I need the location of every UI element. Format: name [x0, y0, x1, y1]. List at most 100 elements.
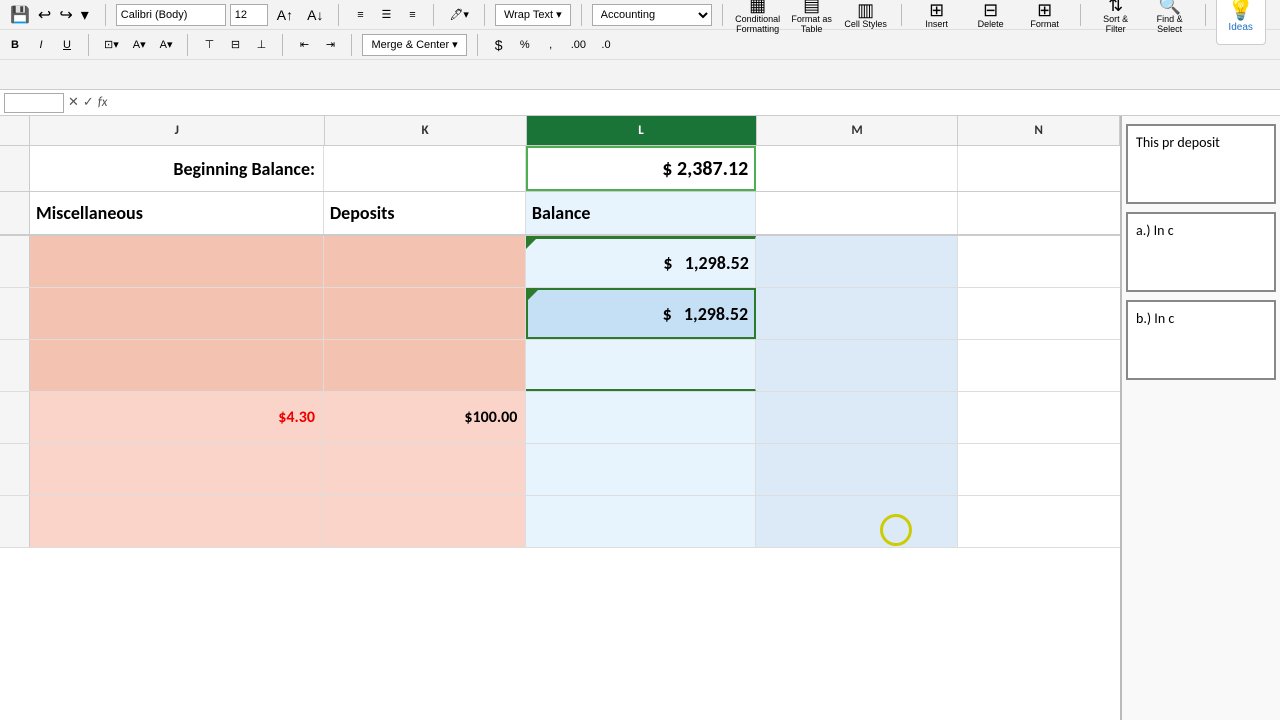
- cell-j-5[interactable]: [30, 444, 324, 495]
- balance-value-2: $ 1,298.52: [663, 303, 749, 325]
- indent-increase-button[interactable]: ⇥: [319, 34, 341, 56]
- row-num-2: [0, 288, 30, 339]
- cell-m-header[interactable]: [756, 192, 958, 234]
- cell-k-3[interactable]: [324, 340, 526, 391]
- cell-l-5[interactable]: [526, 444, 756, 495]
- number-format-dropdown[interactable]: Accounting: [592, 4, 712, 26]
- cell-j-2[interactable]: [30, 288, 324, 339]
- cell-k-1[interactable]: [324, 236, 526, 287]
- cell-m-4[interactable]: [756, 392, 958, 443]
- align-right-button[interactable]: ≡: [401, 4, 423, 26]
- middle-align-button[interactable]: ⊟: [224, 34, 246, 56]
- misc-header-cell[interactable]: Miscellaneous: [30, 192, 324, 234]
- col-header-k[interactable]: K: [325, 116, 527, 146]
- quick-access-more[interactable]: ▾: [79, 3, 91, 27]
- align-left-button[interactable]: ≡: [349, 4, 371, 26]
- cell-n-1[interactable]: [958, 236, 1120, 287]
- cell-m-2[interactable]: [756, 288, 958, 339]
- cell-reference-box[interactable]: [4, 93, 64, 113]
- col-header-j[interactable]: J: [30, 116, 325, 146]
- deposits-header-cell[interactable]: Deposits: [324, 192, 526, 234]
- balance-header-cell[interactable]: Balance: [526, 192, 756, 234]
- cell-n-6[interactable]: [958, 496, 1120, 547]
- decrease-decimal-button[interactable]: .0: [595, 34, 617, 56]
- formula-icons: ✕ ✓ fx: [68, 95, 107, 110]
- cell-m-bb[interactable]: [756, 146, 958, 191]
- fill-color-button[interactable]: A▾: [128, 34, 151, 56]
- toolbar-row1: 💾 ↩ ↪ ▾ A↑ A↓ ≡ ☰ ≡ 🖊▾ Wrap Text ▾ Accou…: [0, 0, 1280, 30]
- beginning-balance-label-cell[interactable]: Beginning Balance:: [30, 146, 324, 191]
- cell-m-6[interactable]: [756, 496, 958, 547]
- italic-button[interactable]: I: [30, 34, 52, 56]
- wrap-text-button[interactable]: Wrap Text ▾: [495, 4, 571, 26]
- cell-k-2[interactable]: [324, 288, 526, 339]
- indent-decrease-button[interactable]: ⇤: [293, 34, 315, 56]
- cell-k-5[interactable]: [324, 444, 526, 495]
- cell-j-1[interactable]: [30, 236, 324, 287]
- cell-l-3[interactable]: [526, 340, 756, 391]
- font-name-input[interactable]: [116, 4, 226, 26]
- beginning-balance-value-cell[interactable]: $ 2,387.12: [526, 146, 756, 191]
- underline-button[interactable]: U: [56, 34, 78, 56]
- redo-button[interactable]: ↪: [57, 3, 74, 27]
- percent-format-button[interactable]: %: [514, 34, 536, 56]
- cell-j-4[interactable]: $4.30: [30, 392, 324, 443]
- font-size-input[interactable]: [230, 4, 268, 26]
- info-box-1: This pr deposit: [1126, 124, 1276, 204]
- cell-k-4[interactable]: $100.00: [324, 392, 526, 443]
- green-triangle-2: [528, 290, 538, 300]
- cancel-formula-icon[interactable]: ✕: [68, 95, 79, 110]
- borders-button[interactable]: ⊡▾: [99, 34, 124, 56]
- spreadsheet-area: J K L M N Beginning Balance: $ 2,387.12: [0, 116, 1280, 720]
- font-color-button[interactable]: A▾: [155, 34, 178, 56]
- confirm-formula-icon[interactable]: ✓: [83, 95, 94, 110]
- merge-center-button[interactable]: Merge & Center ▾: [362, 34, 466, 56]
- decrease-font-button[interactable]: A↓: [302, 4, 328, 26]
- data-row-1: $ 1,298.52: [0, 236, 1120, 288]
- cell-j-6[interactable]: [30, 496, 324, 547]
- balance-header-text: Balance: [532, 202, 591, 224]
- green-triangle-1: [526, 239, 536, 249]
- cell-l-2[interactable]: $ 1,298.52: [526, 288, 756, 339]
- cell-n-2[interactable]: [958, 288, 1120, 339]
- cell-l-1[interactable]: $ 1,298.52: [526, 236, 756, 287]
- cell-l-4[interactable]: [526, 392, 756, 443]
- top-align-button[interactable]: ⊤: [198, 34, 220, 56]
- cell-n-header[interactable]: [958, 192, 1120, 234]
- formula-input[interactable]: [111, 93, 1276, 113]
- increase-decimal-button[interactable]: .00: [566, 34, 591, 56]
- cell-n-5[interactable]: [958, 444, 1120, 495]
- cell-k-6[interactable]: [324, 496, 526, 547]
- highlight-color-button[interactable]: 🖊▾: [444, 4, 474, 26]
- info-text-3: b.) In c: [1136, 310, 1174, 327]
- save-button[interactable]: 💾: [8, 3, 32, 27]
- formula-bar: ✕ ✓ fx: [0, 90, 1280, 116]
- insert-function-icon[interactable]: fx: [98, 95, 108, 110]
- cell-k-bb[interactable]: [324, 146, 526, 191]
- column-headers: J K L M N: [0, 116, 1120, 146]
- bottom-align-button[interactable]: ⊥: [250, 34, 272, 56]
- row-number-header: [0, 192, 30, 234]
- undo-button[interactable]: ↩: [36, 3, 53, 27]
- right-panel: This pr deposit a.) In c b.) In c: [1120, 116, 1280, 720]
- row-number: [0, 146, 30, 191]
- increase-font-button[interactable]: A↑: [272, 4, 298, 26]
- cell-m-5[interactable]: [756, 444, 958, 495]
- cell-n-bb[interactable]: [958, 146, 1120, 191]
- comma-format-button[interactable]: ,: [540, 34, 562, 56]
- col-header-l[interactable]: L: [527, 116, 757, 146]
- col-header-n[interactable]: N: [958, 116, 1120, 146]
- beginning-balance-row: Beginning Balance: $ 2,387.12: [0, 146, 1120, 192]
- dollar-format-button[interactable]: $: [488, 34, 510, 56]
- bold-button[interactable]: B: [4, 34, 26, 56]
- cell-m-3[interactable]: [756, 340, 958, 391]
- grid: Beginning Balance: $ 2,387.12 Miscellane…: [0, 146, 1120, 548]
- cell-l-6[interactable]: [526, 496, 756, 547]
- beginning-balance-text: Beginning Balance:: [173, 158, 315, 180]
- cell-n-4[interactable]: [958, 392, 1120, 443]
- cell-n-3[interactable]: [958, 340, 1120, 391]
- align-center-button[interactable]: ☰: [375, 4, 397, 26]
- cell-j-3[interactable]: [30, 340, 324, 391]
- col-header-m[interactable]: M: [757, 116, 959, 146]
- cell-m-1[interactable]: [756, 236, 958, 287]
